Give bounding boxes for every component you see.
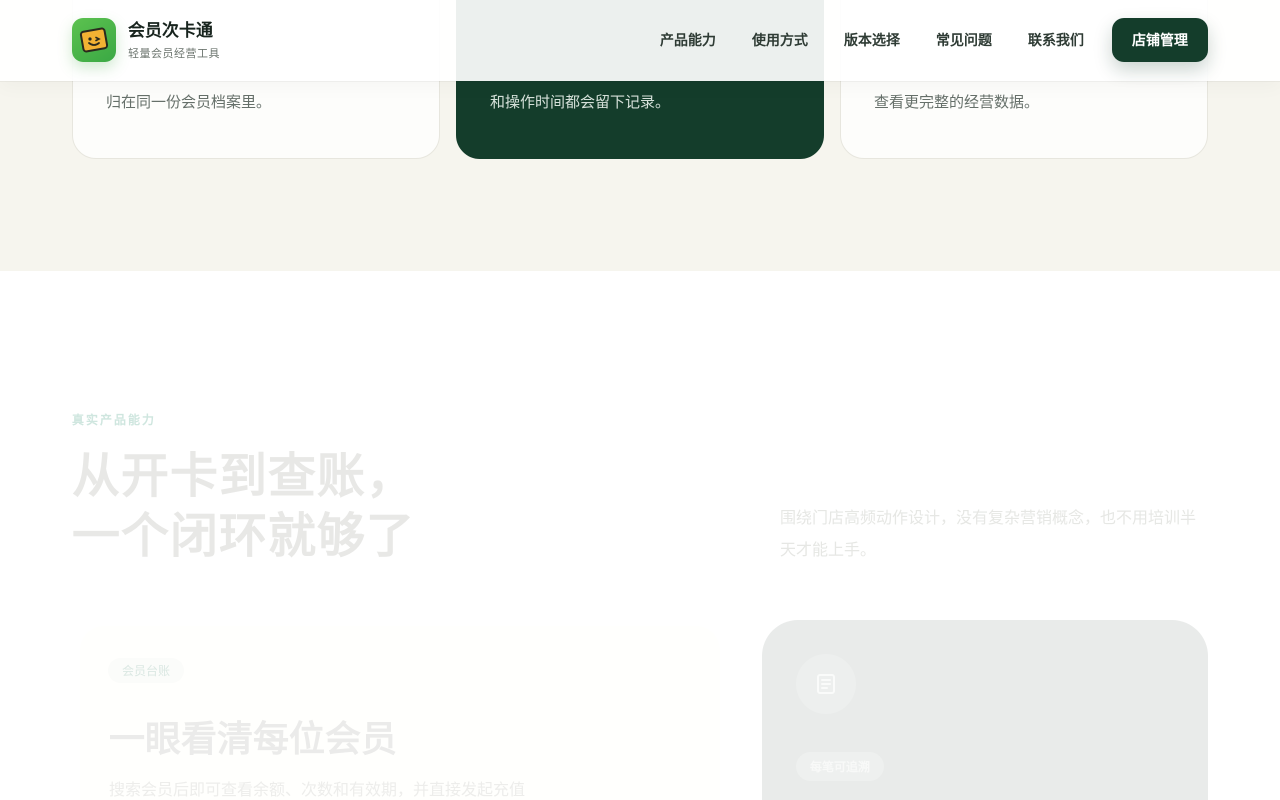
nav-item-faq[interactable]: 常见问题 bbox=[936, 30, 992, 50]
headline-line-2: 一个闭环就够了 bbox=[72, 508, 416, 564]
main-nav: 产品能力 使用方式 版本选择 常见问题 联系我们 bbox=[660, 18, 1120, 62]
member-ledger-tag: 会员台账 bbox=[108, 658, 185, 683]
nav-item-contact[interactable]: 联系我们 bbox=[1028, 30, 1084, 50]
brand-subtitle: 轻量会员经营工具 bbox=[128, 46, 220, 60]
document-icon bbox=[796, 654, 856, 714]
wallet-smile-icon bbox=[72, 18, 116, 62]
headline-line-1: 从开卡到查账， bbox=[72, 448, 416, 504]
feature-card-text: 查看更完整的经营数据。 bbox=[874, 93, 1040, 111]
member-ledger-desc: 搜索会员后即可查看余额、次数和有效期，并直接发起充值 bbox=[109, 780, 526, 799]
nav-item-features[interactable]: 产品能力 bbox=[660, 30, 716, 50]
feature-card-text: 归在同一份会员档案里。 bbox=[106, 93, 272, 111]
nav-item-pricing[interactable]: 版本选择 bbox=[844, 30, 900, 50]
member-ledger-title: 一眼看清每位会员 bbox=[109, 719, 398, 760]
section-intro: 围绕门店高频动作设计，没有复杂营销概念，也不用培训半天才能上手。 bbox=[780, 508, 1197, 559]
nav-item-usage[interactable]: 使用方式 bbox=[752, 30, 808, 50]
feature-card-text: 和操作时间都会留下记录。 bbox=[490, 93, 671, 111]
section-eyebrow: 真实产品能力 bbox=[72, 413, 157, 427]
brand[interactable]: 会员次卡通 轻量会员经营工具 bbox=[72, 18, 220, 62]
traceable-records-tag: 每笔可追溯 bbox=[796, 752, 885, 781]
brand-name: 会员次卡通 bbox=[128, 20, 213, 41]
store-management-button[interactable]: 店铺管理 bbox=[1112, 18, 1208, 62]
site-header: 会员次卡通 轻量会员经营工具 产品能力 使用方式 版本选择 常见问题 联系我们 … bbox=[0, 0, 1280, 81]
section-headline: 从开卡到查账， 一个闭环就够了 bbox=[72, 446, 415, 566]
